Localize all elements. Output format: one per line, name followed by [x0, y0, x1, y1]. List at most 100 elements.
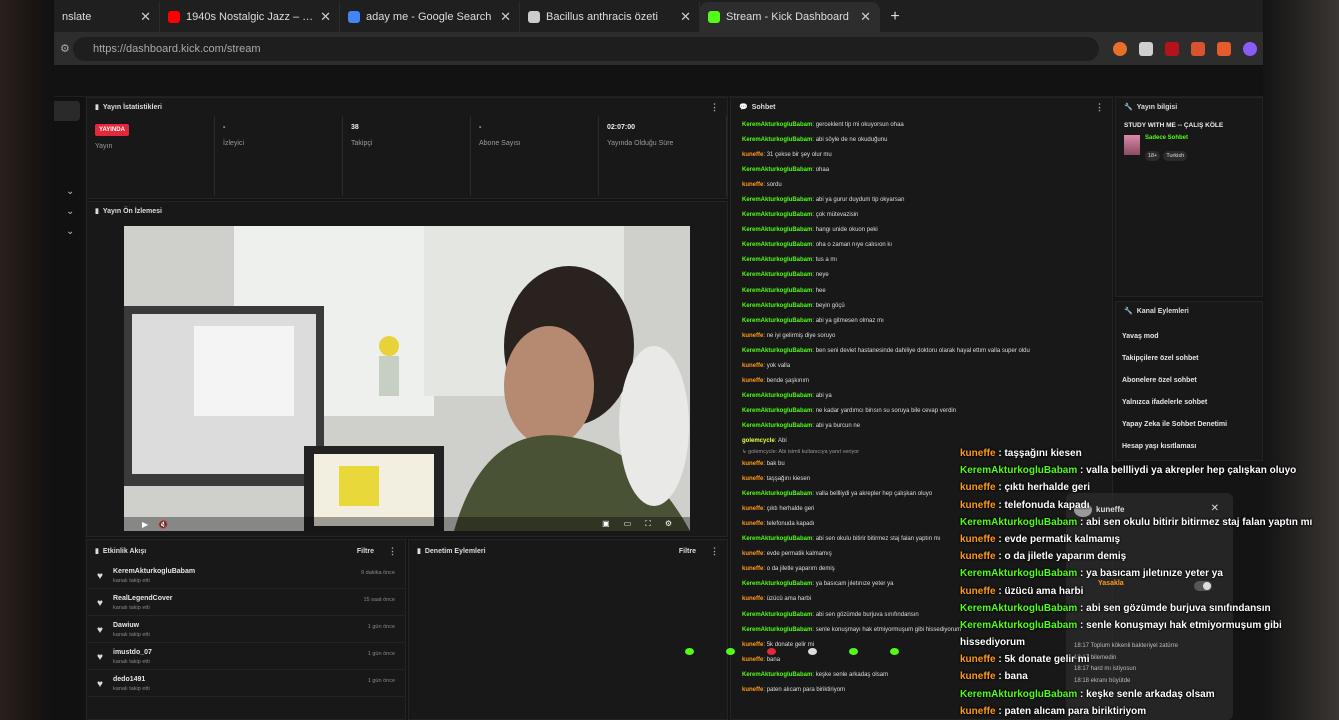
- chevron-down-icon[interactable]: ⌄: [66, 186, 74, 197]
- chat-message[interactable]: kuneffe: bende şaşkınım: [731, 374, 1112, 389]
- new-tab-button[interactable]: +: [880, 2, 910, 32]
- chat-username[interactable]: kuneffe: [742, 506, 763, 513]
- close-tab-icon[interactable]: ✕: [320, 9, 331, 25]
- chat-message[interactable]: KeremAkturkogluBabam: neye: [731, 268, 1112, 283]
- channel-action-item[interactable]: Takipçilere özel sohbet: [1116, 347, 1262, 369]
- chat-message[interactable]: KeremAkturkogluBabam: hangı unide okuon …: [731, 223, 1112, 238]
- chat-username[interactable]: KeremAkturkogluBabam: [742, 536, 812, 543]
- activity-filter-button[interactable]: Filtre: [357, 548, 374, 555]
- site-settings-icon[interactable]: ⚙: [60, 42, 73, 55]
- channel-action-item[interactable]: Yavaş mod: [1116, 325, 1262, 347]
- close-tab-icon[interactable]: ✕: [680, 9, 691, 25]
- chat-message[interactable]: KeremAkturkogluBabam: beyin göçü: [731, 299, 1112, 314]
- chat-username[interactable]: golemcycle: [742, 438, 775, 445]
- chat-username[interactable]: KeremAkturkogluBabam: [742, 627, 812, 634]
- chat-username[interactable]: KeremAkturkogluBabam: [742, 423, 812, 430]
- chat-message[interactable]: kuneffe: 31 çekse bir şey olur mu: [731, 148, 1112, 163]
- chat-username[interactable]: KeremAkturkogluBabam: [742, 257, 812, 264]
- chat-username[interactable]: KeremAkturkogluBabam: [742, 212, 812, 219]
- emote-icon[interactable]: [685, 648, 694, 655]
- chat-username[interactable]: kuneffe: [742, 461, 763, 468]
- more-options-icon[interactable]: ⋮: [710, 546, 719, 557]
- theater-icon[interactable]: ▭: [624, 519, 632, 529]
- chat-message[interactable]: golemcycle: Abi: [731, 434, 1112, 449]
- chat-message[interactable]: KeremAkturkogluBabam: hee: [731, 284, 1112, 299]
- chat-username[interactable]: KeremAkturkogluBabam: [742, 167, 812, 174]
- chat-username[interactable]: kuneffe: [742, 333, 763, 340]
- chat-message[interactable]: kuneffe: sordu: [731, 178, 1112, 193]
- chat-username[interactable]: kuneffe: [742, 182, 763, 189]
- chat-message[interactable]: KeremAkturkogluBabam: oha o zaman nıye c…: [731, 238, 1112, 253]
- channel-action-item[interactable]: Yapay Zeka ile Sohbet Denetimi: [1116, 413, 1262, 435]
- close-tab-icon[interactable]: ✕: [500, 9, 511, 25]
- more-options-icon[interactable]: ⋮: [388, 546, 397, 557]
- chat-username[interactable]: kuneffe: [742, 378, 763, 385]
- chat-message[interactable]: KeremAkturkogluBabam: abi ya burcun ne: [731, 419, 1112, 434]
- chat-username[interactable]: KeremAkturkogluBabam: [742, 318, 812, 325]
- activity-username[interactable]: RealLegendCover: [113, 595, 364, 602]
- category-name[interactable]: Sadece Sohbet: [1145, 135, 1190, 141]
- emote-icon[interactable]: [890, 648, 899, 655]
- chat-message[interactable]: KeremAkturkogluBabam: ohaa: [731, 163, 1112, 178]
- chat-username[interactable]: KeremAkturkogluBabam: [742, 612, 812, 619]
- chat-username[interactable]: KeremAkturkogluBabam: [742, 393, 812, 400]
- chat-username[interactable]: kuneffe: [742, 476, 763, 483]
- chat-username[interactable]: KeremAkturkogluBabam: [742, 242, 812, 249]
- emote-icon[interactable]: [767, 648, 776, 655]
- chat-username[interactable]: kuneffe: [742, 551, 763, 558]
- chat-username[interactable]: KeremAkturkogluBabam: [742, 491, 812, 498]
- chat-username[interactable]: KeremAkturkogluBabam: [742, 197, 812, 204]
- puzzle-extension-icon[interactable]: [1191, 41, 1205, 56]
- mute-icon[interactable]: 🔇: [158, 520, 168, 529]
- browser-tab[interactable]: aday me - Google Search ✕: [340, 2, 520, 32]
- chat-username[interactable]: kuneffe: [742, 566, 763, 573]
- chat-message[interactable]: KeremAkturkogluBabam: abi ya gurur duydu…: [731, 193, 1112, 208]
- chat-message[interactable]: KeremAkturkogluBabam: gerceklent tip mi …: [731, 118, 1112, 133]
- channel-action-item[interactable]: Abonelere özel sohbet: [1116, 369, 1262, 391]
- stream-preview-video[interactable]: ▶ 🔇 ▣ ▭ ⛶ ⚙: [124, 226, 690, 531]
- chat-username[interactable]: kuneffe: [742, 363, 763, 370]
- channel-action-item[interactable]: Yalnızca ifadelerle sohbet: [1116, 391, 1262, 413]
- chat-username[interactable]: KeremAkturkogluBabam: [742, 348, 812, 355]
- chat-message[interactable]: kuneffe: yok valla: [731, 359, 1112, 374]
- chat-username[interactable]: KeremAkturkogluBabam: [742, 288, 812, 295]
- more-options-icon[interactable]: ⋮: [710, 102, 719, 113]
- emote-icon[interactable]: [849, 648, 858, 655]
- chat-username[interactable]: KeremAkturkogluBabam: [742, 303, 812, 310]
- chat-message[interactable]: KeremAkturkogluBabam: ne kadar yardımcı …: [731, 404, 1112, 419]
- sidebar-selected-item[interactable]: [54, 101, 80, 121]
- pip-icon[interactable]: ▣: [602, 519, 610, 529]
- activity-username[interactable]: KeremAkturkogluBabam: [113, 568, 361, 575]
- chat-username[interactable]: KeremAkturkogluBabam: [742, 408, 812, 415]
- chat-username[interactable]: kuneffe: [742, 152, 763, 159]
- chat-message[interactable]: KeremAkturkogluBabam: çok mütevazisin: [731, 208, 1112, 223]
- chat-username[interactable]: kuneffe: [742, 687, 763, 694]
- arrow-extension-icon[interactable]: [1217, 41, 1231, 56]
- chat-message[interactable]: kuneffe: ne iyi gelirmiş diye soruyo: [731, 329, 1112, 344]
- activity-username[interactable]: Dawiuw: [113, 622, 368, 629]
- chat-username[interactable]: kuneffe: [742, 657, 763, 664]
- chat-username[interactable]: KeremAkturkogluBabam: [742, 272, 812, 279]
- chat-message[interactable]: KeremAkturkogluBabam: abi ya: [731, 389, 1112, 404]
- more-options-icon[interactable]: ⋮: [1095, 102, 1104, 113]
- chat-username[interactable]: KeremAkturkogluBabam: [742, 672, 812, 679]
- url-bar[interactable]: https://dashboard.kick.com/stream: [73, 36, 1099, 61]
- settings-gear-icon[interactable]: ⚙: [665, 519, 672, 529]
- chat-username[interactable]: KeremAkturkogluBabam: [742, 137, 812, 144]
- chat-username[interactable]: KeremAkturkogluBabam: [742, 122, 812, 129]
- chevron-down-icon[interactable]: ⌄: [66, 206, 74, 217]
- shield-extension-icon[interactable]: [1139, 41, 1153, 56]
- emote-icon[interactable]: [808, 648, 817, 655]
- ublock-icon[interactable]: [1165, 41, 1179, 56]
- close-tab-icon[interactable]: ✕: [860, 9, 871, 25]
- chevron-down-icon[interactable]: ⌄: [66, 226, 74, 237]
- chat-username[interactable]: kuneffe: [742, 521, 763, 528]
- chat-username[interactable]: KeremAkturkogluBabam: [742, 227, 812, 234]
- chat-message[interactable]: KeremAkturkogluBabam: tus a mı: [731, 253, 1112, 268]
- play-icon[interactable]: ▶: [142, 520, 148, 529]
- chat-message[interactable]: KeremAkturkogluBabam: abi ya gitmesen ol…: [731, 314, 1112, 329]
- browser-tab[interactable]: Stream - Kick Dashboard ✕: [700, 2, 880, 32]
- close-tab-icon[interactable]: ✕: [140, 9, 151, 25]
- browser-tab[interactable]: nslate ✕: [54, 2, 160, 32]
- moderation-filter-button[interactable]: Filtre: [679, 548, 696, 555]
